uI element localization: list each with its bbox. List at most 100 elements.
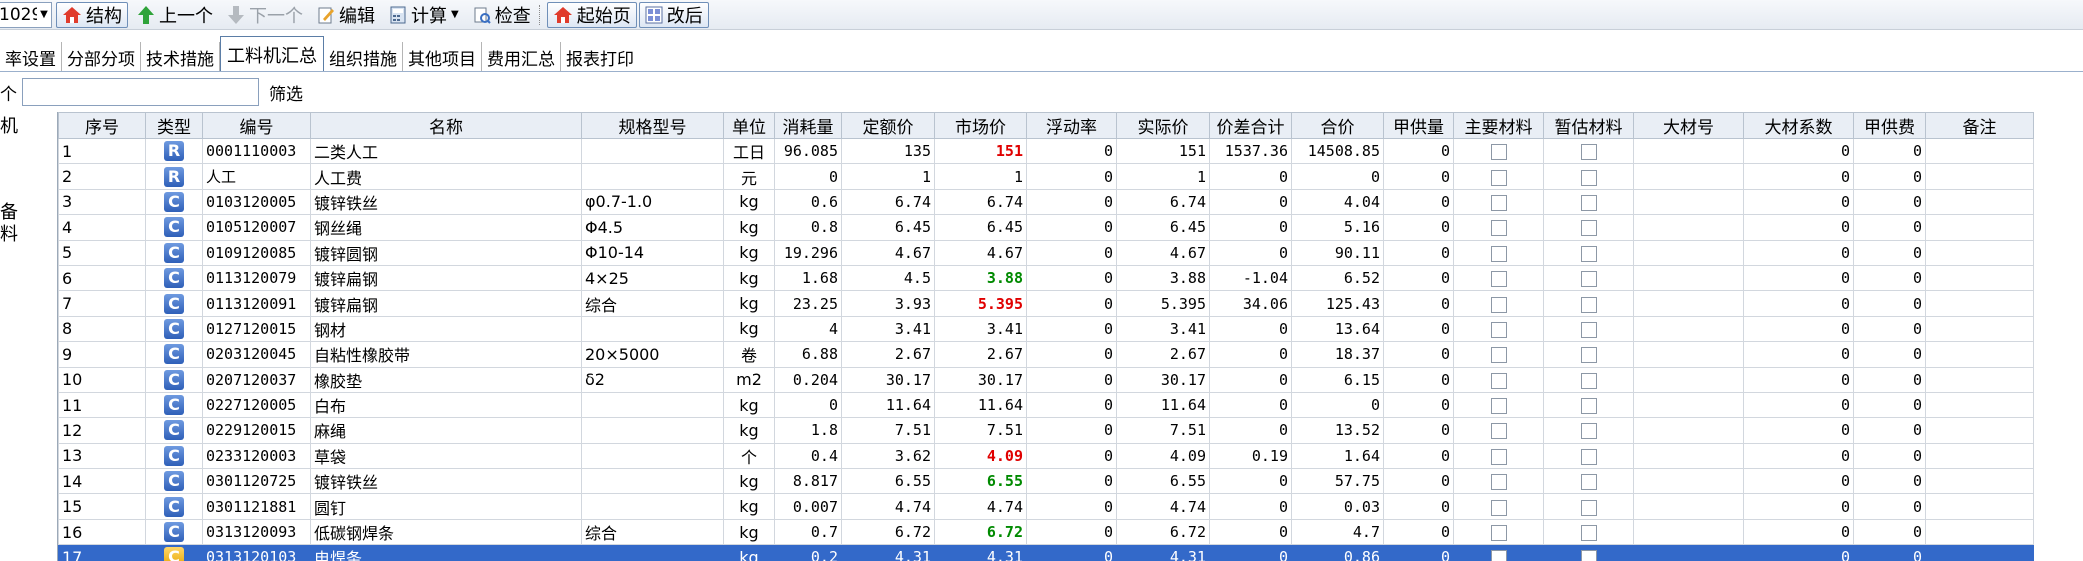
column-header[interactable]: 备注 <box>1925 112 2034 139</box>
cell-big-no[interactable] <box>1633 163 1744 190</box>
cell-main[interactable] <box>1453 366 1544 393</box>
cell-code[interactable]: 0301121881 <box>202 493 311 520</box>
cell-market[interactable]: 6.55 <box>934 468 1027 495</box>
cell-big-coef[interactable]: 0 <box>1743 214 1854 241</box>
main-material-checkbox[interactable] <box>1490 550 1507 561</box>
cell-big-coef[interactable]: 0 <box>1743 391 1854 419</box>
cell-qty[interactable]: 0.6 <box>774 188 842 216</box>
cell-float[interactable]: 0 <box>1026 239 1117 266</box>
cell-remark[interactable] <box>1925 544 2034 561</box>
cell-type[interactable]: C <box>145 442 203 470</box>
cell-spec[interactable]: 综合 <box>581 518 724 546</box>
check-button[interactable]: 检查 <box>468 2 536 28</box>
cell-spec[interactable]: 20×5000 <box>581 341 724 368</box>
cell-big-no[interactable] <box>1633 341 1744 368</box>
provisional-material-checkbox[interactable] <box>1580 372 1597 389</box>
cell-remark[interactable] <box>1925 442 2034 470</box>
cell-no[interactable]: 13 <box>58 442 146 470</box>
cell-actual[interactable]: 4.31 <box>1116 544 1210 561</box>
cell-big-no[interactable] <box>1633 188 1744 216</box>
cell-jiagong-fee[interactable]: 0 <box>1853 442 1926 470</box>
cell-unit[interactable]: m2 <box>723 366 775 393</box>
cell-actual[interactable]: 4.09 <box>1116 442 1210 470</box>
cell-jiagong-fee[interactable]: 0 <box>1853 188 1926 216</box>
main-material-checkbox[interactable] <box>1490 474 1507 491</box>
cell-name[interactable]: 自粘性橡胶带 <box>310 341 582 368</box>
cell-remark[interactable] <box>1925 315 2034 343</box>
cell-quota[interactable]: 6.74 <box>841 188 935 216</box>
cell-unit[interactable]: 个 <box>723 442 775 470</box>
cell-code[interactable]: 人工 <box>202 163 311 190</box>
cell-unit[interactable]: kg <box>723 468 775 495</box>
cell-code[interactable]: 0229120015 <box>202 417 311 444</box>
cell-qty[interactable]: 0 <box>774 163 842 190</box>
cell-big-no[interactable] <box>1633 391 1744 419</box>
column-header[interactable]: 合价 <box>1291 112 1384 139</box>
tree-item[interactable]: 机 <box>0 112 18 138</box>
cell-market[interactable]: 6.45 <box>934 214 1027 241</box>
cell-total[interactable]: 125.43 <box>1291 290 1384 317</box>
main-material-checkbox[interactable] <box>1490 271 1507 288</box>
cell-jiagong-qty[interactable]: 0 <box>1383 366 1454 393</box>
cell-temp[interactable] <box>1543 315 1634 343</box>
cell-market[interactable]: 11.64 <box>934 391 1027 419</box>
cell-main[interactable] <box>1453 544 1544 561</box>
cell-total[interactable]: 0 <box>1291 391 1384 419</box>
cell-spec[interactable] <box>581 163 724 190</box>
cell-temp[interactable] <box>1543 290 1634 317</box>
column-header[interactable]: 甲供量 <box>1383 112 1454 139</box>
provisional-material-checkbox[interactable] <box>1580 525 1597 542</box>
column-header[interactable]: 浮动率 <box>1026 112 1117 139</box>
cell-actual[interactable]: 11.64 <box>1116 391 1210 419</box>
cell-big-no[interactable] <box>1633 468 1744 495</box>
table-row[interactable]: 4 C 0105120007 钢丝绳 Φ4.5 kg 0.8 6.45 6.45 0 6.45 0 5.… <box>58 214 2034 241</box>
cell-float[interactable]: 0 <box>1026 391 1117 419</box>
cell-jiagong-fee[interactable]: 0 <box>1853 391 1926 419</box>
cell-actual[interactable]: 30.17 <box>1116 366 1210 393</box>
cell-big-no[interactable] <box>1633 442 1744 470</box>
cell-code[interactable]: 0103120005 <box>202 188 311 216</box>
cell-quota[interactable]: 4.31 <box>841 544 935 561</box>
column-header[interactable]: 消耗量 <box>774 112 842 139</box>
cell-name[interactable]: 低碳钢焊条 <box>310 518 582 546</box>
cell-qty[interactable]: 19.296 <box>774 239 842 266</box>
cell-spec[interactable] <box>581 493 724 520</box>
cell-type[interactable]: C <box>145 264 203 292</box>
cell-remark[interactable] <box>1925 366 2034 393</box>
cell-spec[interactable] <box>581 468 724 495</box>
cell-quota[interactable]: 30.17 <box>841 366 935 393</box>
cell-float[interactable]: 0 <box>1026 417 1117 444</box>
table-row[interactable]: 3 C 0103120005 镀锌铁丝 φ0.7-1.0 kg 0.6 6.74 6.74 0 6.… <box>58 188 2034 216</box>
cell-spec[interactable]: Φ4.5 <box>581 214 724 241</box>
cell-diff[interactable]: 0 <box>1209 315 1292 343</box>
cell-jiagong-qty[interactable]: 0 <box>1383 391 1454 419</box>
cell-total[interactable]: 5.16 <box>1291 214 1384 241</box>
cell-temp[interactable] <box>1543 239 1634 266</box>
cell-code[interactable]: 0203120045 <box>202 341 311 368</box>
cell-big-no[interactable] <box>1633 518 1744 546</box>
cell-actual[interactable]: 4.67 <box>1116 239 1210 266</box>
cell-unit[interactable]: kg <box>723 188 775 216</box>
cell-diff[interactable]: 0 <box>1209 544 1292 561</box>
cell-spec[interactable] <box>581 315 724 343</box>
cell-type[interactable]: C <box>145 518 203 546</box>
table-row[interactable]: 15 C 0301121881 圆钉 kg 0.007 4.74 4.74 0 4.74 0 0.03… <box>58 493 2034 520</box>
cell-diff[interactable]: 0 <box>1209 214 1292 241</box>
cell-quota[interactable]: 6.72 <box>841 518 935 546</box>
cell-jiagong-qty[interactable]: 0 <box>1383 417 1454 444</box>
cell-market[interactable]: 4.67 <box>934 239 1027 266</box>
cell-name[interactable]: 镀锌铁丝 <box>310 468 582 495</box>
cell-unit[interactable]: 卷 <box>723 341 775 368</box>
cell-float[interactable]: 0 <box>1026 442 1117 470</box>
column-header[interactable]: 单位 <box>723 112 775 139</box>
cell-name[interactable]: 钢丝绳 <box>310 214 582 241</box>
provisional-material-checkbox[interactable] <box>1580 448 1597 465</box>
cell-main[interactable] <box>1453 468 1544 495</box>
cell-remark[interactable] <box>1925 518 2034 546</box>
cell-spec[interactable]: 综合 <box>581 290 724 317</box>
cell-diff[interactable]: 0 <box>1209 239 1292 266</box>
cell-unit[interactable]: kg <box>723 290 775 317</box>
cell-jiagong-qty[interactable]: 0 <box>1383 214 1454 241</box>
cell-big-coef[interactable]: 0 <box>1743 493 1854 520</box>
table-row[interactable]: 6 C 0113120079 镀锌扁钢 4×25 kg 1.68 4.5 3.88 0 3.88 -1… <box>58 264 2034 292</box>
